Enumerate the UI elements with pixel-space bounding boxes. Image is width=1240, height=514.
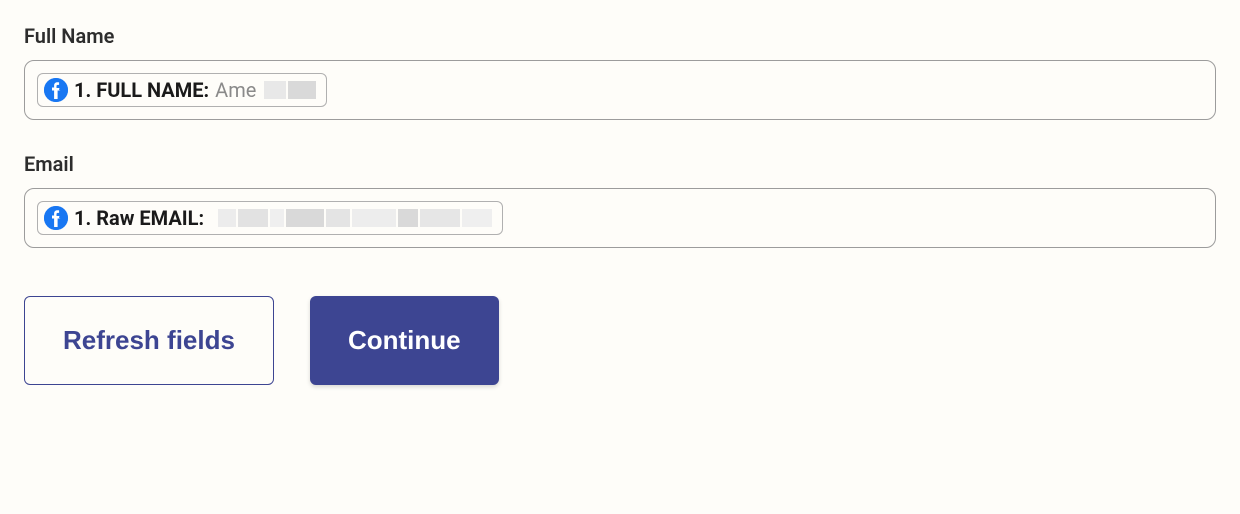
full-name-token[interactable]: 1. FULL NAME: Ame: [37, 73, 327, 107]
full-name-token-label: 1. FULL NAME:: [74, 78, 209, 102]
full-name-token-value: Ame: [215, 78, 256, 102]
redacted-placeholder: [218, 209, 492, 227]
redacted-placeholder: [264, 81, 316, 99]
email-field-group: Email 1. Raw EMAIL:: [24, 152, 1216, 248]
refresh-fields-button[interactable]: Refresh fields: [24, 296, 274, 385]
full-name-field-group: Full Name 1. FULL NAME: Ame: [24, 24, 1216, 120]
email-input[interactable]: 1. Raw EMAIL:: [24, 188, 1216, 248]
facebook-icon: [44, 206, 68, 230]
full-name-input[interactable]: 1. FULL NAME: Ame: [24, 60, 1216, 120]
email-label: Email: [24, 152, 1216, 176]
full-name-label: Full Name: [24, 24, 1216, 48]
continue-button[interactable]: Continue: [310, 296, 499, 385]
email-token[interactable]: 1. Raw EMAIL:: [37, 201, 503, 235]
email-token-label: 1. Raw EMAIL:: [74, 206, 204, 230]
facebook-icon: [44, 78, 68, 102]
button-row: Refresh fields Continue: [24, 296, 1216, 385]
